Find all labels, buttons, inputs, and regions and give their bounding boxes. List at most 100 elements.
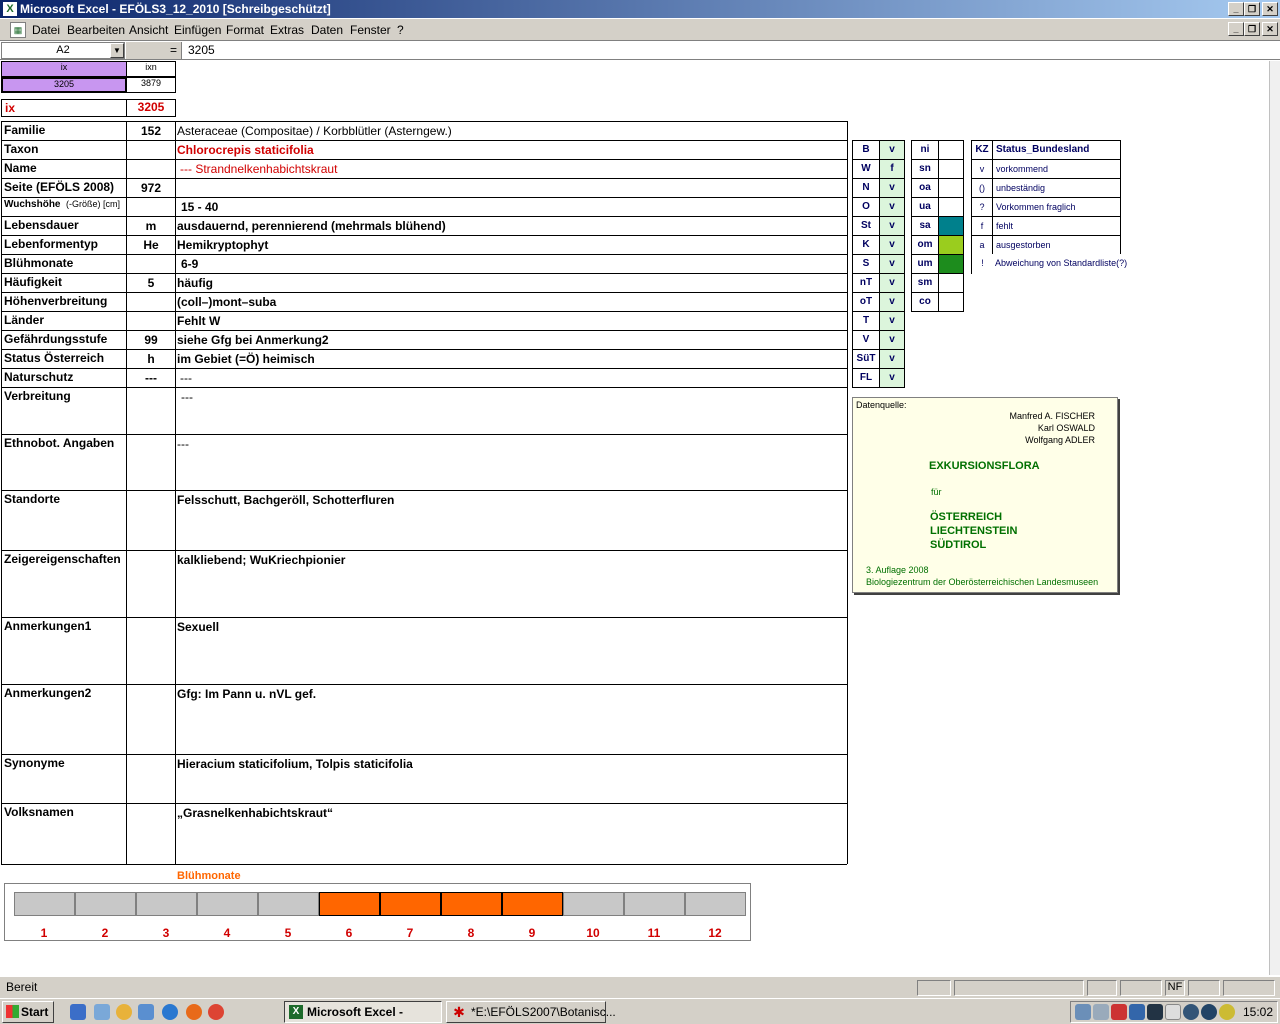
region-code-cell[interactable]: O <box>852 197 880 217</box>
menu-help[interactable]: ? <box>397 23 404 37</box>
region-code-cell[interactable]: S <box>852 254 880 274</box>
region-code-cell[interactable]: oT <box>852 292 880 312</box>
menu-ansicht[interactable]: Ansicht <box>129 23 168 37</box>
region-status-cell[interactable]: v <box>879 273 905 293</box>
menu-daten[interactable]: Daten <box>311 23 343 37</box>
formula-input[interactable]: 3205 <box>188 43 215 57</box>
big-row-value[interactable]: Felsschutt, Bachgeröll, Schotterfluren <box>177 493 394 507</box>
ix-header-cell[interactable]: ix <box>1 61 127 77</box>
zone-color-cell[interactable] <box>938 197 964 217</box>
zone-color-cell[interactable] <box>938 292 964 312</box>
quicklaunch-explorer-icon[interactable] <box>138 1004 154 1020</box>
big-row-value[interactable]: Sexuell <box>177 620 219 634</box>
quicklaunch-firefox-icon[interactable] <box>186 1004 202 1020</box>
big-row-value[interactable]: „Grasnelkenhabichtskraut“ <box>177 806 333 820</box>
row-value[interactable]: Asteraceae (Compositae) / Korbblütler (A… <box>177 124 452 138</box>
zone-code-cell[interactable]: um <box>911 254 939 274</box>
quicklaunch-browser-icon[interactable] <box>162 1004 178 1020</box>
name-box[interactable]: A2 <box>1 42 125 59</box>
ix-display-cell[interactable]: 3205 <box>126 99 176 117</box>
row-value[interactable]: 6-9 <box>181 257 198 271</box>
tray-search-icon[interactable] <box>1093 1004 1109 1020</box>
big-row-value[interactable]: Hieracium staticifolium, Tolpis staticif… <box>177 757 413 771</box>
region-status-cell[interactable]: v <box>879 178 905 198</box>
region-status-cell[interactable]: v <box>879 349 905 369</box>
row-value[interactable]: --- Strandnelkenhabichtskraut <box>180 162 337 176</box>
region-code-cell[interactable]: V <box>852 330 880 350</box>
zone-code-cell[interactable]: co <box>911 292 939 312</box>
row-value[interactable]: 15 - 40 <box>181 200 218 214</box>
workbook-icon[interactable]: ▦ <box>10 22 26 38</box>
row-value[interactable]: Hemikryptophyt <box>177 238 268 252</box>
tray-shield-icon[interactable] <box>1147 1004 1163 1020</box>
region-status-cell[interactable]: v <box>879 330 905 350</box>
row-code[interactable]: He <box>127 238 175 252</box>
ix-value-cell[interactable]: 3205 <box>1 77 127 93</box>
row-value[interactable]: (coll–)mont–suba <box>177 295 276 309</box>
zone-code-cell[interactable]: ua <box>911 197 939 217</box>
zone-code-cell[interactable]: oa <box>911 178 939 198</box>
row-value[interactable]: im Gebiet (=Ö) heimisch <box>177 352 315 366</box>
row-code[interactable]: 972 <box>127 181 175 195</box>
tray-bluetooth-icon[interactable] <box>1129 1004 1145 1020</box>
region-code-cell[interactable]: St <box>852 216 880 236</box>
menu-bearbeiten[interactable]: Bearbeiten <box>67 23 125 37</box>
row-value[interactable]: Chlorocrepis staticifolia <box>177 143 314 157</box>
restore-icon[interactable]: ❐ <box>1244 2 1260 16</box>
zone-code-cell[interactable]: sn <box>911 159 939 179</box>
region-status-cell[interactable]: v <box>879 311 905 331</box>
region-code-cell[interactable]: FL <box>852 368 880 388</box>
row-code[interactable]: --- <box>127 371 175 385</box>
start-button[interactable]: Start <box>2 1001 54 1023</box>
zone-code-cell[interactable]: om <box>911 235 939 255</box>
region-status-cell[interactable]: f <box>879 159 905 179</box>
region-status-cell[interactable]: v <box>879 140 905 160</box>
row-code[interactable]: 5 <box>127 276 175 290</box>
tray-document-icon[interactable] <box>1165 1004 1181 1020</box>
name-box-dropdown-icon[interactable]: ▼ <box>110 43 124 58</box>
row-value[interactable]: häufig <box>177 276 213 290</box>
doc-restore-icon[interactable]: ❐ <box>1244 22 1260 36</box>
region-status-cell[interactable]: v <box>879 216 905 236</box>
zone-color-cell[interactable] <box>938 235 964 255</box>
row-value[interactable]: siehe Gfg bei Anmerkung2 <box>177 333 329 347</box>
zone-code-cell[interactable]: ni <box>911 140 939 160</box>
tray-network-icon[interactable] <box>1075 1004 1091 1020</box>
region-code-cell[interactable]: N <box>852 178 880 198</box>
tray-info-icon[interactable] <box>1201 1004 1217 1020</box>
region-code-cell[interactable]: W <box>852 159 880 179</box>
big-row-value[interactable]: --- <box>181 390 193 404</box>
menu-einfuegen[interactable]: Einfügen <box>174 23 221 37</box>
menu-extras[interactable]: Extras <box>270 23 304 37</box>
region-status-cell[interactable]: v <box>879 368 905 388</box>
tray-security-icon[interactable] <box>1111 1004 1127 1020</box>
big-row-value[interactable]: --- <box>177 437 189 451</box>
region-code-cell[interactable]: nT <box>852 273 880 293</box>
close-icon[interactable]: ✕ <box>1262 2 1278 16</box>
region-status-cell[interactable]: v <box>879 197 905 217</box>
big-row-value[interactable]: kalkliebend; WuKriechpionier <box>177 553 345 567</box>
region-code-cell[interactable]: B <box>852 140 880 160</box>
doc-minimize-icon[interactable]: _ <box>1228 22 1244 36</box>
row-code[interactable]: 152 <box>127 124 175 138</box>
row-value[interactable]: Fehlt W <box>177 314 220 328</box>
vertical-scrollbar[interactable] <box>1269 61 1280 975</box>
region-code-cell[interactable]: SüT <box>852 349 880 369</box>
region-status-cell[interactable]: v <box>879 235 905 255</box>
region-code-cell[interactable]: K <box>852 235 880 255</box>
ixn-header-cell[interactable]: ixn <box>126 61 176 77</box>
tray-update-icon[interactable] <box>1183 1004 1199 1020</box>
row-code[interactable]: 99 <box>127 333 175 347</box>
menu-datei[interactable]: Datei <box>32 23 60 37</box>
minimize-icon[interactable]: _ <box>1228 2 1244 16</box>
big-row-value[interactable]: Gfg: Im Pann u. nVL gef. <box>177 687 316 701</box>
region-status-cell[interactable]: v <box>879 292 905 312</box>
row-value[interactable]: ausdauernd, perennierend (mehrmals blühe… <box>177 219 446 233</box>
task-excel[interactable]: X Microsoft Excel - EFÖL... <box>284 1001 442 1023</box>
zone-code-cell[interactable]: sm <box>911 273 939 293</box>
ix-label-cell[interactable]: ix <box>1 99 127 117</box>
menu-format[interactable]: Format <box>226 23 264 37</box>
zone-color-cell[interactable] <box>938 178 964 198</box>
tray-warning-icon[interactable] <box>1219 1004 1235 1020</box>
zone-color-cell[interactable] <box>938 273 964 293</box>
